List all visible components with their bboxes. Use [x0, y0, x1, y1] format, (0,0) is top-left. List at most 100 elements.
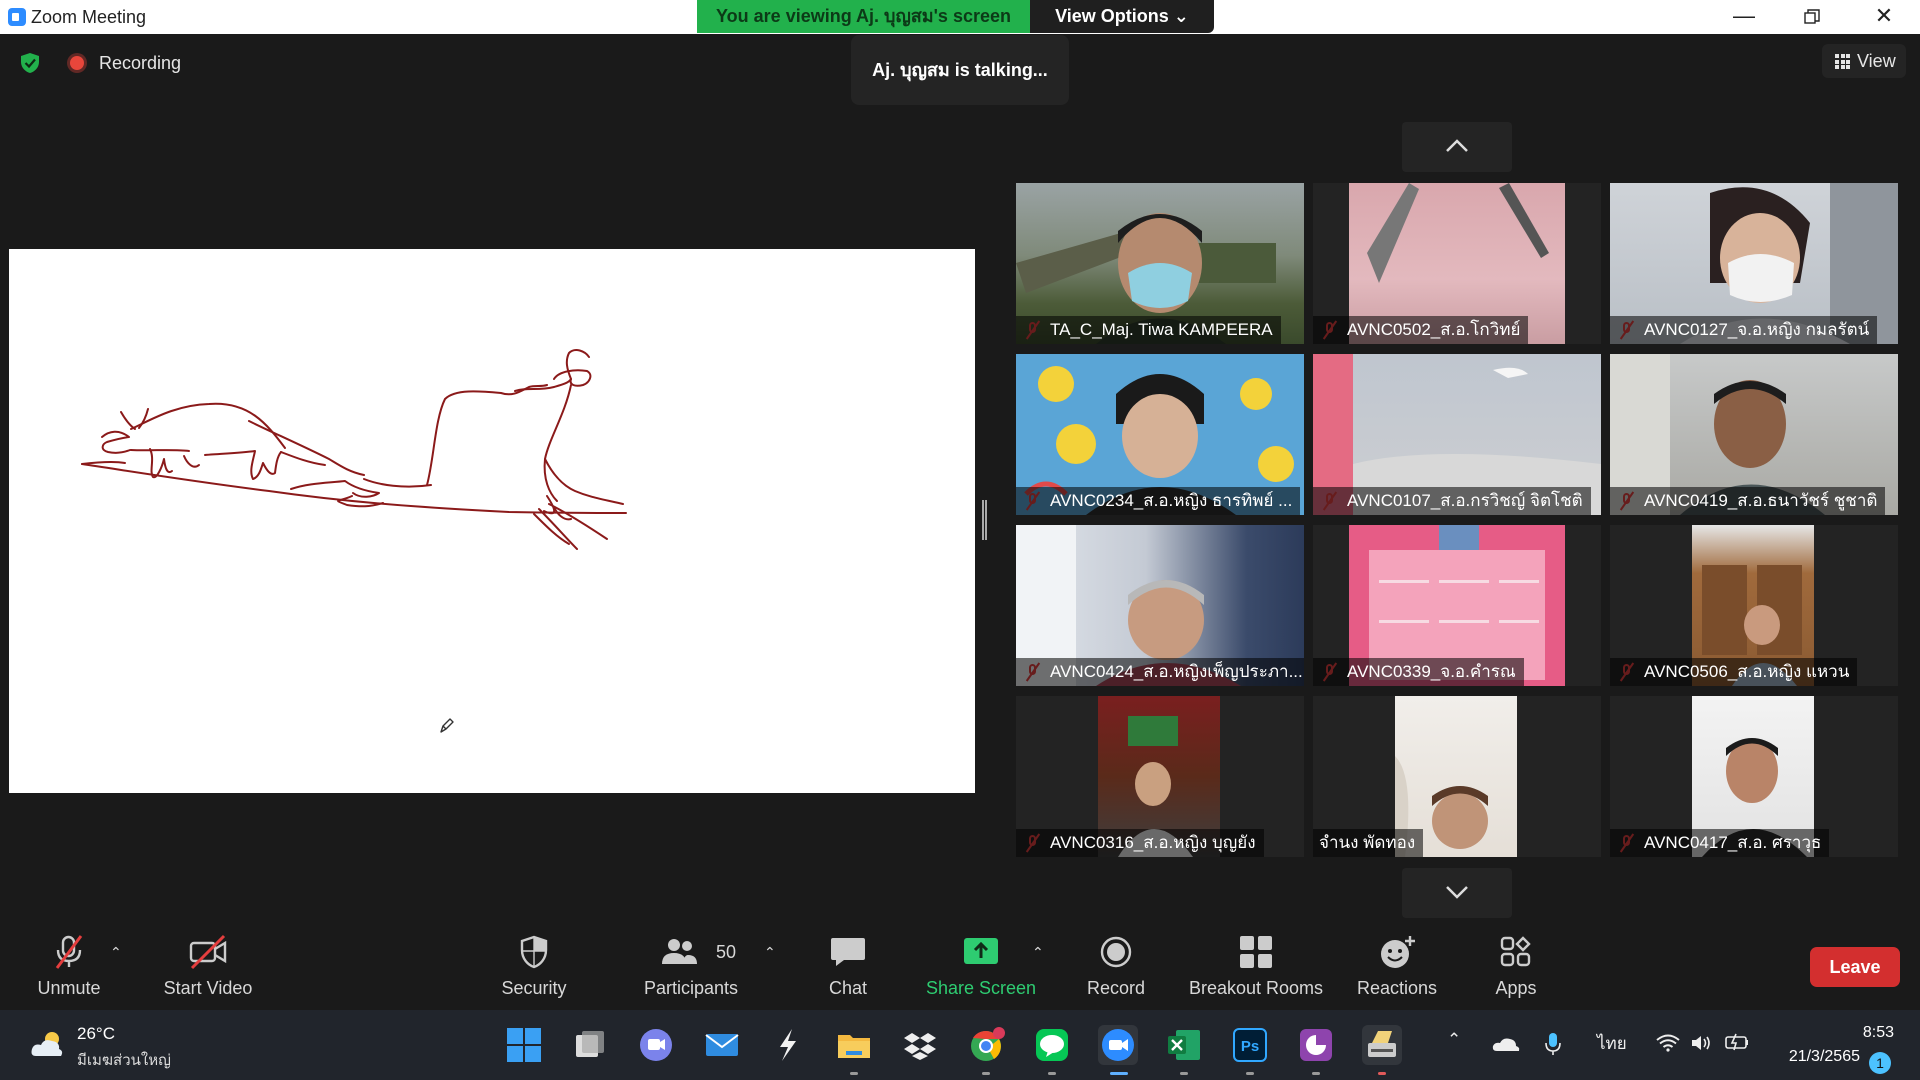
- view-button[interactable]: View: [1822, 44, 1906, 78]
- participant-tile[interactable]: TA_C_Maj. Tiwa KAMPEERA: [1016, 183, 1304, 344]
- excel-icon[interactable]: [1164, 1025, 1204, 1065]
- notification-badge[interactable]: 1: [1869, 1052, 1891, 1074]
- view-options-label: View Options: [1055, 6, 1169, 26]
- show-hidden-icons-chevron-icon[interactable]: ⌃: [1447, 1030, 1461, 1050]
- participant-tile[interactable]: AVNC0127_จ.อ.หญิง กมลรัตน์: [1610, 183, 1898, 344]
- participant-name: AVNC0502_ส.อ.โกวิทย์: [1313, 316, 1529, 344]
- participant-tile[interactable]: AVNC0419_ส.อ.ธนาวัชร์ ชูชาติ: [1610, 354, 1898, 515]
- breakout-rooms-label: Breakout Rooms: [1188, 978, 1324, 998]
- grid-icon: [1835, 54, 1850, 69]
- participant-name: AVNC0506_ส.อ.หญิง แหวน: [1610, 658, 1858, 686]
- mail-icon[interactable]: [702, 1025, 742, 1065]
- participant-name: AVNC0127_จ.อ.หญิง กมลรัตน์: [1610, 316, 1878, 344]
- view-options-button[interactable]: View Options ⌄: [1030, 0, 1214, 33]
- apps-button[interactable]: Apps: [1478, 918, 1554, 1010]
- leave-button[interactable]: Leave: [1810, 947, 1900, 987]
- record-button[interactable]: Record: [1078, 918, 1154, 1010]
- participant-tile[interactable]: AVNC0107_ส.อ.กรวิชญ์ จิตโชติ: [1313, 354, 1601, 515]
- wifi-icon[interactable]: [1656, 1034, 1680, 1052]
- share-screen-button[interactable]: Share Screen: [918, 918, 1044, 1010]
- participant-tile[interactable]: AVNC0424_ส.อ.หญิงเพ็ญประภา...: [1016, 525, 1304, 686]
- reactions-button[interactable]: Reactions: [1352, 918, 1442, 1010]
- microphone-icon[interactable]: [1544, 1032, 1562, 1056]
- chevron-down-icon: [1446, 886, 1468, 899]
- line-icon[interactable]: [1032, 1025, 1072, 1065]
- restore-icon[interactable]: [1778, 0, 1846, 34]
- share-screen-label: Share Screen: [925, 978, 1037, 998]
- window-title: Zoom Meeting: [31, 7, 147, 27]
- teams-chat-icon[interactable]: [636, 1025, 676, 1065]
- shield-icon: [520, 935, 548, 969]
- participant-tile[interactable]: AVNC0417_ส.อ. ศราวุธ: [1610, 696, 1898, 857]
- volume-icon[interactable]: [1690, 1034, 1712, 1052]
- participants-options-chevron-icon[interactable]: ⌃: [764, 944, 776, 961]
- windows-start-icon[interactable]: [504, 1025, 544, 1065]
- zoom-app-icon: [8, 8, 26, 26]
- chevron-up-icon: [1446, 139, 1468, 152]
- participants-button[interactable]: 50 Participants: [632, 918, 750, 1010]
- apps-label: Apps: [1495, 978, 1537, 998]
- weather-description[interactable]: มีเมฆส่วนใหญ่: [77, 1048, 171, 1072]
- security-label: Security: [501, 978, 567, 998]
- participant-name: AVNC0424_ส.อ.หญิงเพ็ญประภา...: [1016, 658, 1304, 686]
- participant-tile[interactable]: AVNC0502_ส.อ.โกวิทย์: [1313, 183, 1601, 344]
- participant-name: AVNC0107_ส.อ.กรวิชญ์ จิตโชติ: [1313, 487, 1591, 515]
- participants-icon: [662, 939, 698, 964]
- share-options-chevron-icon[interactable]: ⌃: [1032, 944, 1044, 961]
- battery-icon[interactable]: [1724, 1032, 1750, 1052]
- weather-temperature[interactable]: 26°C: [77, 1024, 115, 1044]
- participant-tile[interactable]: AVNC0506_ส.อ.หญิง แหวน: [1610, 525, 1898, 686]
- breakout-rooms-icon: [1240, 936, 1272, 968]
- shield-check-icon[interactable]: [20, 52, 40, 74]
- participant-name: AVNC0339_จ.อ.คำรณ: [1313, 658, 1524, 686]
- participant-name: TA_C_Maj. Tiwa KAMPEERA: [1016, 316, 1281, 344]
- breakout-rooms-button[interactable]: Breakout Rooms: [1184, 918, 1328, 1010]
- close-icon[interactable]: ✕: [1850, 0, 1918, 34]
- viewing-screen-banner: You are viewing Aj. บุญสม's screen: [697, 0, 1030, 33]
- gallery-page-down-button[interactable]: [1402, 868, 1512, 918]
- gallery-page-up-button[interactable]: [1402, 122, 1512, 172]
- clock-time[interactable]: 8:53: [1828, 1024, 1894, 1042]
- start-video-label: Start Video: [163, 978, 253, 998]
- app-s-icon[interactable]: [768, 1025, 808, 1065]
- photoshop-icon[interactable]: Ps: [1230, 1025, 1270, 1065]
- participant-name: AVNC0316_ส.อ.หญิง บุญยัง: [1016, 829, 1264, 857]
- meeting-toolbar: Unmute Start Video Security 50 Participa…: [0, 918, 1920, 1010]
- onedrive-cloud-icon[interactable]: [1492, 1036, 1520, 1052]
- svg-text:Ps: Ps: [1241, 1038, 1259, 1055]
- participant-tile[interactable]: AVNC0316_ส.อ.หญิง บุญยัง: [1016, 696, 1304, 857]
- participant-tile[interactable]: จำนง พัดทอง: [1313, 696, 1601, 857]
- chat-label: Chat: [828, 978, 868, 998]
- participant-name: AVNC0419_ส.อ.ธนาวัชร์ ชูชาติ: [1610, 487, 1886, 515]
- partly-cloudy-icon[interactable]: [30, 1030, 64, 1058]
- unmute-label: Unmute: [37, 978, 101, 998]
- minimize-icon[interactable]: —: [1710, 0, 1778, 34]
- microphone-muted-icon: [55, 935, 83, 969]
- input-language[interactable]: ไทย: [1597, 1030, 1627, 1057]
- panel-splitter-handle[interactable]: [982, 500, 987, 540]
- start-video-button[interactable]: Start Video: [152, 918, 264, 1010]
- smiley-plus-icon: [1381, 936, 1415, 968]
- participant-tile[interactable]: AVNC0339_จ.อ.คำรณ: [1313, 525, 1601, 686]
- chat-button[interactable]: Chat: [812, 918, 884, 1010]
- security-button[interactable]: Security: [490, 918, 578, 1010]
- view-label: View: [1857, 51, 1896, 71]
- title-bar: Zoom Meeting You are viewing Aj. บุญสม's…: [0, 0, 1920, 34]
- scanner-icon[interactable]: [1362, 1025, 1402, 1065]
- recording-label: Recording: [99, 53, 182, 73]
- dropbox-icon[interactable]: [900, 1025, 940, 1065]
- pdf-icon[interactable]: [1296, 1025, 1336, 1065]
- audio-options-chevron-icon[interactable]: ⌃: [110, 944, 122, 961]
- apps-icon: [1500, 936, 1531, 967]
- zoom-taskbar-icon[interactable]: [1098, 1025, 1138, 1065]
- task-view-icon[interactable]: [570, 1025, 610, 1065]
- file-explorer-icon[interactable]: [834, 1025, 874, 1065]
- video-camera-off-icon: [189, 934, 227, 970]
- clock-date[interactable]: 21/3/2565: [1760, 1048, 1860, 1066]
- shared-screen-whiteboard[interactable]: [9, 249, 975, 793]
- participant-tile[interactable]: AVNC0234_ส.อ.หญิง ธารทิพย์ ...: [1016, 354, 1304, 515]
- participants-label: Participants: [643, 978, 739, 998]
- chrome-icon[interactable]: [966, 1025, 1006, 1065]
- recording-dot-icon[interactable]: [70, 56, 84, 70]
- unmute-button[interactable]: Unmute: [20, 918, 118, 1010]
